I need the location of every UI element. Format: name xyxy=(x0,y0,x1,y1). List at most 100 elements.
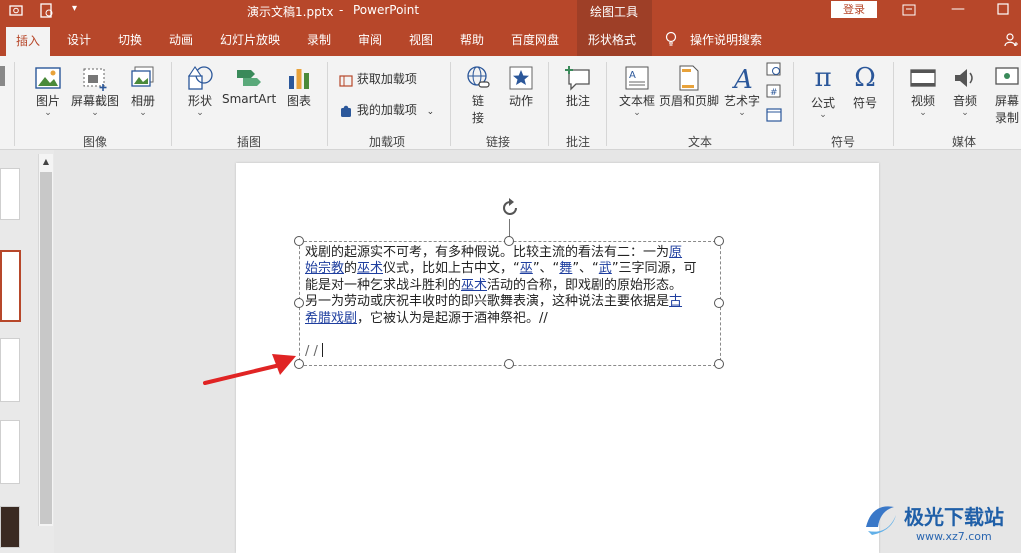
slide-thumbnail-1[interactable] xyxy=(0,168,20,220)
screen-record-label-line2: 录制 xyxy=(994,111,1019,125)
hyperlink[interactable]: 巫 xyxy=(520,261,533,276)
action-button[interactable]: 动作 xyxy=(505,64,537,109)
ribbon-tabs: 插入 设计 切换 动画 幻灯片放映 录制 审阅 视图 帮助 百度网盘 形状格式 … xyxy=(0,23,1021,56)
slide-thumbnail-4[interactable] xyxy=(0,420,20,484)
screenshot-button[interactable]: 屏幕截图 ⌄ xyxy=(70,64,120,118)
chart-icon xyxy=(289,69,309,89)
video-button[interactable]: 视频 ⌄ xyxy=(906,64,940,118)
link-label-line2: 接 xyxy=(471,111,484,125)
shapes-button[interactable]: 形状 ⌄ xyxy=(184,64,216,118)
resize-handle-top-right[interactable] xyxy=(714,236,724,246)
photo-album-button[interactable]: 相册 ⌄ xyxy=(126,64,160,118)
tab-transitions[interactable]: 切换 xyxy=(118,31,142,48)
chart-label: 图表 xyxy=(286,94,311,108)
tab-shape-format[interactable]: 形状格式 xyxy=(588,31,636,48)
hyperlink[interactable]: 希腊戏剧 xyxy=(305,311,357,326)
watermark-url: www.xz7.com xyxy=(916,530,992,543)
tab-review[interactable]: 审阅 xyxy=(358,31,382,48)
resize-handle-bottom-right[interactable] xyxy=(714,359,724,369)
scroll-up-arrow-icon[interactable]: ▲ xyxy=(40,156,52,168)
hyperlink[interactable]: 舞 xyxy=(559,261,572,276)
tell-me-search[interactable]: 操作说明搜索 xyxy=(690,31,762,48)
new-slide-icon[interactable] xyxy=(0,66,5,86)
red-annotation-arrow-icon xyxy=(203,354,296,385)
screen-record-label-line1: 屏幕 xyxy=(994,94,1019,108)
my-addins-label: 我的加载项 xyxy=(356,103,417,117)
audio-button[interactable]: 音频 ⌄ xyxy=(948,64,982,118)
resize-handle-top-left[interactable] xyxy=(294,236,304,246)
tab-slideshow[interactable]: 幻灯片放映 xyxy=(220,31,280,48)
login-button[interactable]: 登录 xyxy=(831,1,877,18)
tab-animations[interactable]: 动画 xyxy=(169,31,193,48)
tab-view[interactable]: 视图 xyxy=(409,31,433,48)
quick-access-dropdown-icon[interactable]: ▾ xyxy=(72,3,77,14)
hyperlink[interactable]: 原 xyxy=(669,245,682,260)
video-label: 视频 xyxy=(910,94,935,108)
pi-icon: π xyxy=(814,63,832,93)
album-label: 相册 xyxy=(130,94,155,108)
slide-thumbnail-2-selected[interactable] xyxy=(0,250,21,322)
resize-handle-right[interactable] xyxy=(714,298,724,308)
drawing-tools-label: 绘图工具 xyxy=(590,5,639,19)
images-group-label: 图像 xyxy=(83,135,108,149)
tab-help[interactable]: 帮助 xyxy=(460,31,484,48)
screen-recording-button[interactable]: 屏幕 录制 xyxy=(990,64,1021,126)
speaker-icon xyxy=(955,69,973,87)
minimize-icon[interactable]: — xyxy=(951,1,965,17)
tab-insert[interactable]: 插入 xyxy=(6,27,50,56)
wordart-button[interactable]: A 艺术字 ⌄ xyxy=(723,64,761,118)
comments-group-label: 批注 xyxy=(566,135,591,149)
link-label-line1: 链 xyxy=(471,94,484,108)
slide-number-icon[interactable]: # xyxy=(766,83,782,102)
my-addins-button[interactable]: 我的加载项 ⌄ xyxy=(339,101,434,118)
equation-label: 公式 xyxy=(810,96,835,110)
title-bar: ▾ 演示文稿1.pptx - PowerPoint 绘图工具 登录 — xyxy=(0,0,1021,23)
symbol-button[interactable]: Ω 符号 xyxy=(848,62,882,111)
resize-handle-top[interactable] xyxy=(504,236,514,246)
tab-baidu-netdisk[interactable]: 百度网盘 xyxy=(511,31,559,48)
hyperlink[interactable]: 巫术 xyxy=(357,261,383,276)
ribbon: 图片 ⌄ 屏幕截图 ⌄ 相册 ⌄ 图像 形状 ⌄ SmartArt 图表 插图 … xyxy=(0,56,1021,150)
omega-icon: Ω xyxy=(854,63,876,93)
tab-record[interactable]: 录制 xyxy=(307,31,331,48)
hyperlink[interactable]: 始宗教 xyxy=(305,261,344,276)
text-box-content[interactable]: 戏剧的起源实不可考，有多种假说。比较主流的看法有二：一为原 始宗教的巫术仪式，比… xyxy=(305,245,715,360)
scrollbar-thumb[interactable] xyxy=(40,172,52,524)
header-footer-button[interactable]: 页眉和页脚 xyxy=(659,64,719,109)
tab-design[interactable]: 设计 xyxy=(67,31,91,48)
hyperlink[interactable]: 巫术 xyxy=(461,278,487,293)
slide-thumbnail-3[interactable] xyxy=(0,338,20,402)
chart-button[interactable]: 图表 xyxy=(283,64,315,109)
slide-thumbnail-5[interactable] xyxy=(0,506,20,548)
picture-label: 图片 xyxy=(35,94,60,108)
resize-handle-left[interactable] xyxy=(294,298,304,308)
rotate-handle-icon[interactable] xyxy=(499,197,521,222)
smartart-button[interactable]: SmartArt xyxy=(222,64,276,106)
header-footer-icon xyxy=(679,65,699,91)
resize-handle-bottom[interactable] xyxy=(504,359,514,369)
picture-button[interactable]: 图片 ⌄ xyxy=(32,64,64,118)
audio-label: 音频 xyxy=(952,94,977,108)
preview-icon[interactable] xyxy=(38,2,56,23)
get-addins-button[interactable]: 获取加载项 xyxy=(339,70,417,87)
link-button[interactable]: 链 接 xyxy=(461,64,495,126)
slideshow-from-start-icon[interactable] xyxy=(8,2,26,23)
watermark-logo-icon xyxy=(866,506,896,535)
wordart-icon: A xyxy=(732,65,753,92)
comment-button[interactable]: 批注 xyxy=(561,64,595,109)
svg-text:#: # xyxy=(770,88,778,98)
maximize-icon[interactable] xyxy=(997,3,1009,18)
date-time-icon[interactable] xyxy=(766,61,782,80)
share-user-icon[interactable] xyxy=(1003,32,1019,51)
hyperlink[interactable]: 武 xyxy=(599,261,612,276)
object-icon[interactable] xyxy=(766,107,782,126)
svg-text:A: A xyxy=(732,65,753,92)
ribbon-display-options-icon[interactable] xyxy=(902,3,916,20)
textbox-button[interactable]: A 文本框 ⌄ xyxy=(618,64,656,118)
hyperlink[interactable]: 古 xyxy=(669,294,682,309)
link-icon xyxy=(467,66,490,88)
equation-button[interactable]: π 公式 ⌄ xyxy=(806,62,840,120)
thumbnail-scrollbar[interactable]: ▲ xyxy=(38,154,53,526)
file-name: 演示文稿1.pptx xyxy=(247,5,334,19)
svg-text:A: A xyxy=(629,70,636,81)
